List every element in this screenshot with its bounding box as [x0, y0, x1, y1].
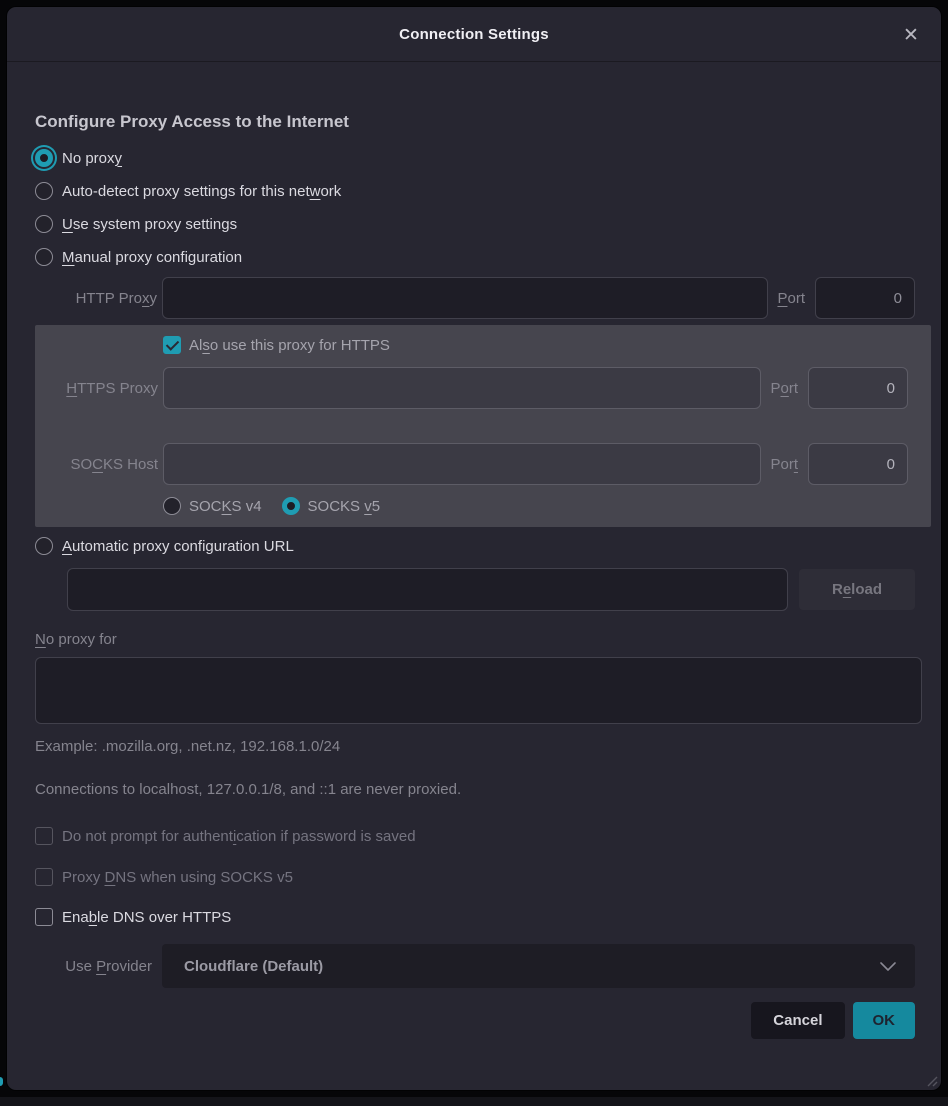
provider-select-value: Cloudflare (Default) [184, 958, 323, 975]
http-proxy-label: HTTP Proxy [28, 290, 162, 307]
reload-button[interactable]: Reload [799, 569, 915, 610]
radio-use-system-label: Use system proxy settings [62, 216, 237, 233]
radio-use-system[interactable]: Use system proxy settings [35, 215, 915, 233]
chevron-down-icon [877, 955, 899, 977]
checkbox-unchecked-icon[interactable] [35, 908, 53, 926]
http-proxy-input[interactable] [162, 277, 768, 319]
checkbox-checked-icon[interactable] [163, 336, 181, 354]
radio-unchecked-icon[interactable] [35, 182, 53, 200]
dialog-title: Connection Settings [399, 26, 549, 43]
proxy-dns-label: Proxy DNS when using SOCKS v5 [62, 869, 293, 886]
https-proxy-row: HTTPS Proxy Port [35, 367, 908, 409]
checkbox-unchecked-icon [35, 868, 53, 886]
example-text: Example: .mozilla.org, .net.nz, 192.168.… [35, 737, 915, 757]
http-port-input[interactable] [815, 277, 915, 319]
http-proxy-row: HTTP Proxy Port [28, 277, 915, 319]
use-provider-label: Use Provider [28, 958, 162, 975]
socks-v5-label[interactable]: SOCKS v5 [308, 498, 381, 515]
cancel-button[interactable]: Cancel [751, 1002, 844, 1039]
socks-v4-label[interactable]: SOCKS v4 [189, 498, 262, 515]
dialog-titlebar: Connection Settings ✕ [7, 7, 941, 62]
checkbox-enable-doh[interactable]: Enable DNS over HTTPS [35, 908, 915, 926]
page-title: Configure Proxy Access to the Internet [35, 111, 915, 133]
no-auth-prompt-label: Do not prompt for authentication if pass… [62, 828, 416, 845]
enable-doh-label: Enable DNS over HTTPS [62, 909, 231, 926]
radio-unchecked-icon[interactable] [163, 497, 181, 515]
also-https-row[interactable]: Also use this proxy for HTTPS [163, 336, 908, 354]
dialog-footer: Cancel OK [28, 1002, 915, 1039]
checkbox-unchecked-icon [35, 827, 53, 845]
https-proxy-input[interactable] [163, 367, 761, 409]
socks-host-input[interactable] [163, 443, 761, 485]
radio-checked-icon[interactable] [35, 149, 53, 167]
radio-manual-proxy[interactable]: Manual proxy configuration [35, 248, 915, 266]
socks-port-label: Port [770, 456, 798, 473]
socks-port-input[interactable] [808, 443, 908, 485]
checkbox-no-auth-prompt: Do not prompt for authentication if pass… [35, 827, 915, 845]
no-proxy-for-label: No proxy for [35, 631, 915, 648]
auto-url-row: Reload [28, 568, 915, 611]
radio-no-proxy[interactable]: No proxy [35, 149, 915, 167]
ok-button[interactable]: OK [853, 1002, 916, 1039]
radio-checked-icon[interactable] [282, 497, 300, 515]
close-button[interactable]: ✕ [895, 19, 927, 51]
socks-host-row: SOCKS Host Port [35, 443, 908, 485]
https-socks-panel: Also use this proxy for HTTPS HTTPS Prox… [35, 325, 931, 527]
radio-manual-proxy-label: Manual proxy configuration [62, 249, 242, 266]
https-proxy-label: HTTPS Proxy [35, 380, 163, 397]
radio-unchecked-icon[interactable] [35, 537, 53, 555]
https-port-label: Port [770, 380, 798, 397]
checkbox-proxy-dns: Proxy DNS when using SOCKS v5 [35, 868, 915, 886]
doh-provider-row: Use Provider Cloudflare (Default) [28, 944, 915, 988]
also-https-label: Also use this proxy for HTTPS [189, 337, 390, 354]
https-port-input[interactable] [808, 367, 908, 409]
radio-auto-url[interactable]: Automatic proxy configuration URL [35, 537, 915, 555]
provider-select[interactable]: Cloudflare (Default) [162, 944, 915, 988]
connection-settings-dialog: Connection Settings ✕ Configure Proxy Ac… [7, 7, 941, 1090]
radio-unchecked-icon[interactable] [35, 215, 53, 233]
radio-unchecked-icon[interactable] [35, 248, 53, 266]
background-page-element [0, 1077, 3, 1086]
radio-auto-detect[interactable]: Auto-detect proxy settings for this netw… [35, 182, 915, 200]
resize-handle[interactable] [922, 1071, 938, 1087]
radio-auto-url-label: Automatic proxy configuration URL [62, 538, 294, 555]
dialog-content: Configure Proxy Access to the Internet N… [7, 111, 941, 1039]
radio-auto-detect-label: Auto-detect proxy settings for this netw… [62, 183, 341, 200]
background-page-strip [0, 1097, 948, 1106]
socks-host-label: SOCKS Host [35, 456, 163, 473]
socks-version-row: SOCKS v4 SOCKS v5 [163, 497, 908, 515]
never-proxied-note: Connections to localhost, 127.0.0.1/8, a… [35, 780, 915, 800]
close-icon: ✕ [903, 24, 919, 46]
radio-no-proxy-label: No proxy [62, 150, 122, 167]
auto-url-input[interactable] [67, 568, 788, 611]
http-port-label: Port [777, 290, 805, 307]
no-proxy-for-textarea[interactable] [35, 657, 922, 724]
